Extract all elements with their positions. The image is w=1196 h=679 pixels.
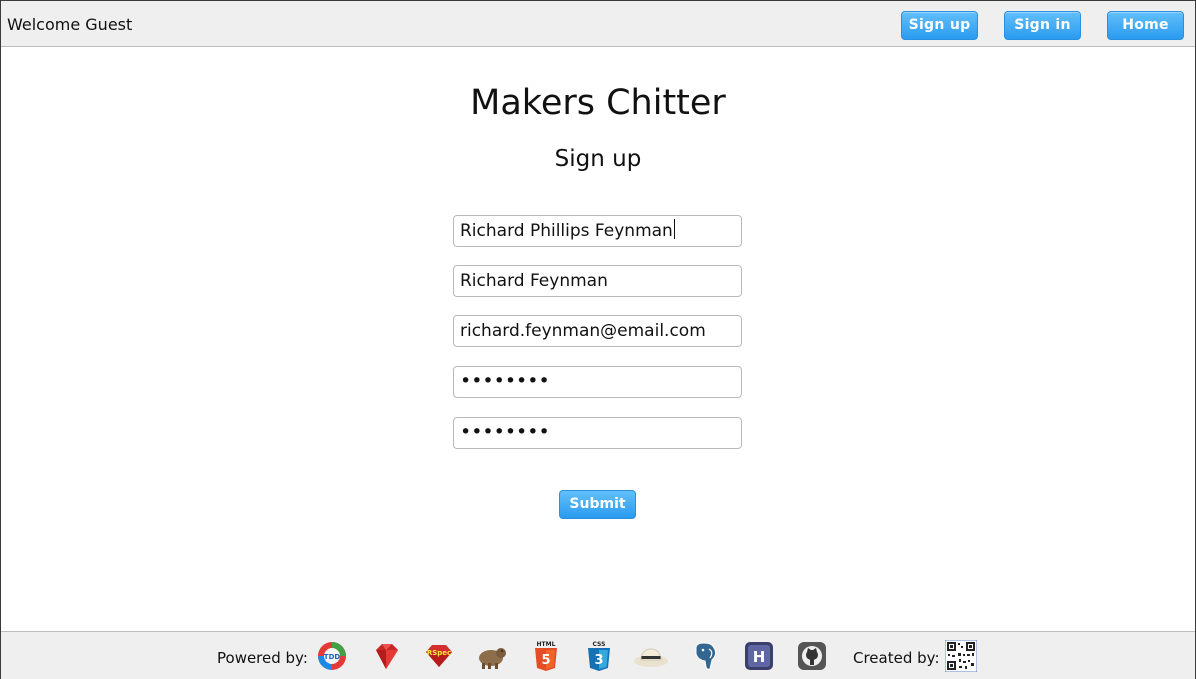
username-field-value: Richard Feynman	[460, 271, 608, 291]
css3-logo-text: CSS	[593, 641, 606, 648]
welcome-text: Welcome Guest	[7, 15, 133, 34]
capybara-icon[interactable]	[476, 640, 508, 672]
postgresql-icon[interactable]	[690, 640, 722, 672]
qr-code-icon[interactable]	[945, 640, 977, 672]
footer: Powered by: TDD RSpec HTML 5 CSS 3 H Cre…	[1, 631, 1195, 679]
css3-icon[interactable]: CSS 3	[583, 640, 615, 672]
form-heading: Sign up	[554, 146, 642, 172]
password-field[interactable]: ••••••••	[453, 366, 742, 398]
sinatra-hat-icon[interactable]	[633, 640, 669, 672]
password-confirmation-field[interactable]: ••••••••	[453, 417, 742, 449]
sign-in-button[interactable]: Sign in	[1004, 11, 1081, 40]
svg-text:5: 5	[541, 653, 550, 668]
page-title: Makers Chitter	[470, 83, 726, 123]
email-field[interactable]: richard.feynman@email.com	[453, 315, 742, 347]
sign-up-button[interactable]: Sign up	[901, 11, 978, 40]
app-window: Welcome Guest Sign up Sign in Home Maker…	[0, 0, 1196, 679]
created-by-label: Created by:	[853, 649, 940, 667]
text-cursor	[673, 219, 675, 239]
heroku-logo-text: H	[753, 648, 766, 666]
github-icon[interactable]	[796, 640, 828, 672]
home-button[interactable]: Home	[1107, 11, 1184, 40]
tdd-icon[interactable]: TDD	[316, 640, 348, 672]
html5-logo-text: HTML	[537, 641, 556, 648]
powered-by-label: Powered by:	[217, 649, 308, 667]
submit-button[interactable]: Submit	[559, 490, 636, 519]
name-field[interactable]: Richard Phillips Feynman	[453, 215, 742, 247]
rspec-icon[interactable]: RSpec	[423, 640, 455, 672]
top-navbar: Welcome Guest Sign up Sign in Home	[1, 1, 1195, 47]
password-field-value: ••••••••	[460, 370, 550, 392]
ruby-icon[interactable]	[370, 640, 402, 672]
heroku-icon[interactable]: H	[743, 640, 775, 672]
svg-text:3: 3	[594, 653, 603, 668]
tdd-logo-text: TDD	[324, 653, 341, 661]
password-confirmation-field-value: ••••••••	[460, 421, 550, 443]
rspec-logo-text: RSpec	[427, 649, 451, 657]
email-field-value: richard.feynman@email.com	[460, 321, 706, 341]
username-field[interactable]: Richard Feynman	[453, 265, 742, 297]
name-field-value: Richard Phillips Feynman	[460, 221, 673, 241]
html5-icon[interactable]: HTML 5	[530, 640, 562, 672]
